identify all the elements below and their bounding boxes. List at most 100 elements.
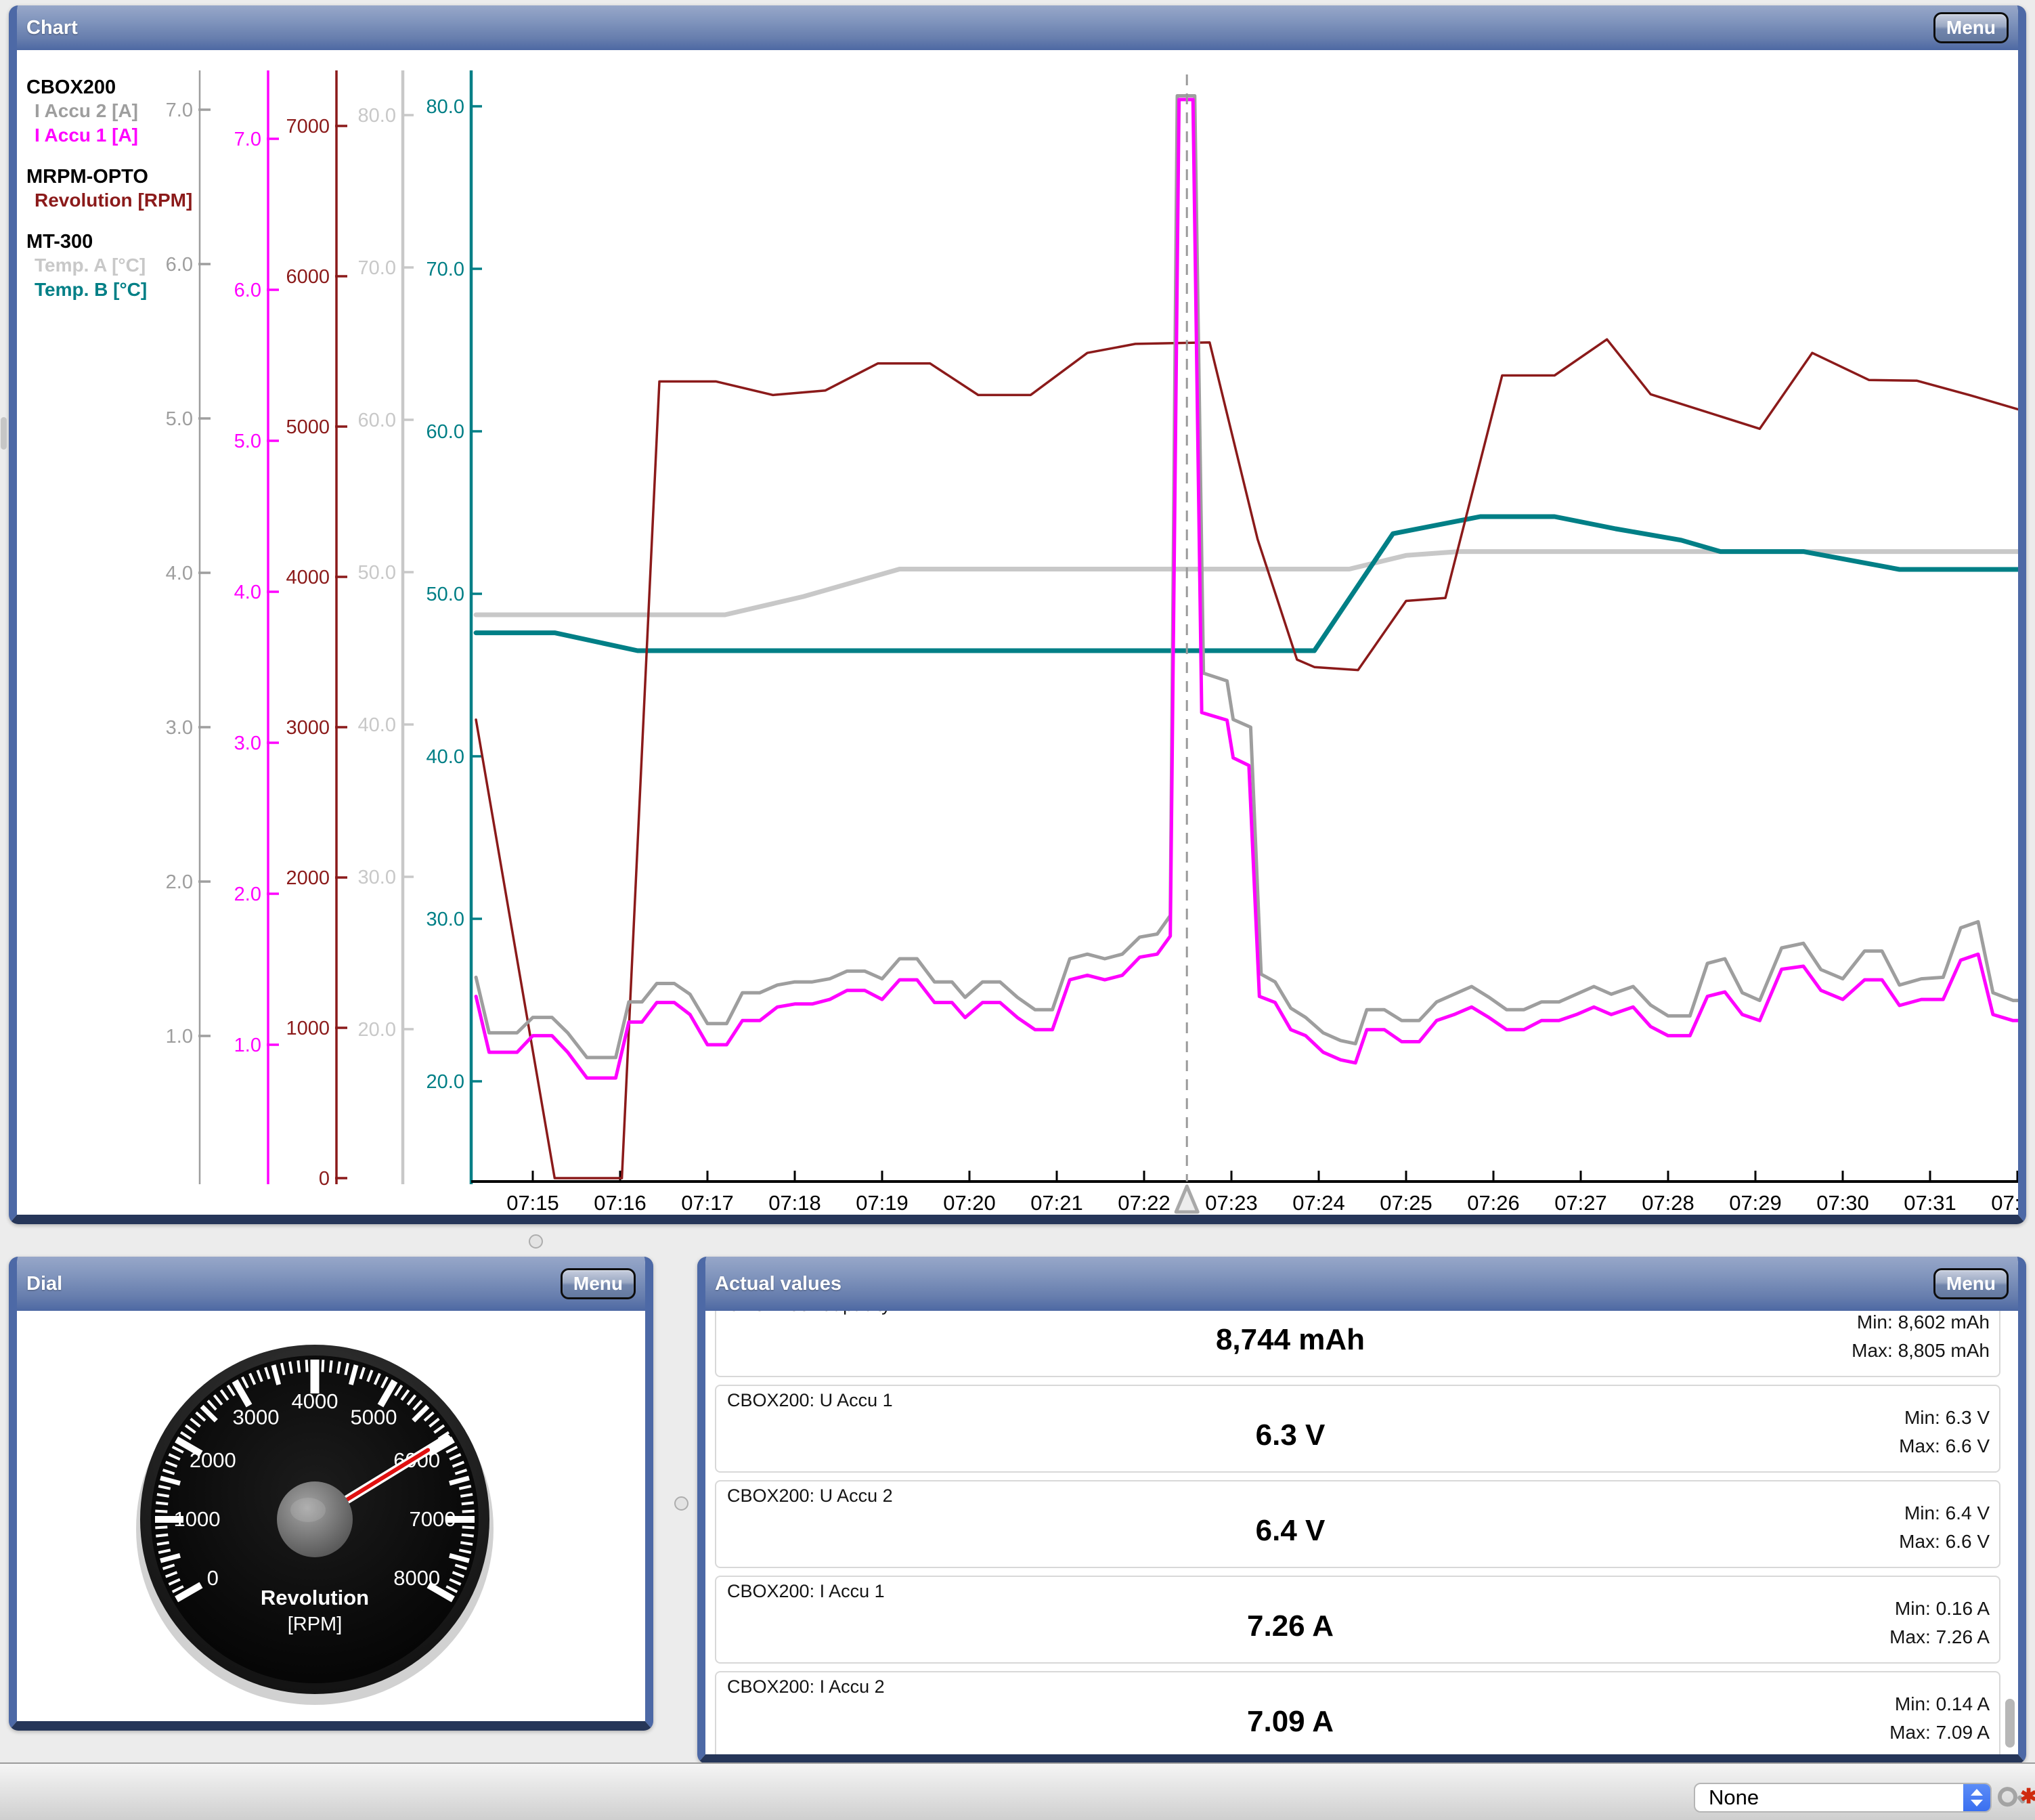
gauge-tick-label: 2000 bbox=[190, 1448, 236, 1472]
select-stepper-icon[interactable] bbox=[1963, 1784, 1990, 1811]
svg-text:30.0: 30.0 bbox=[426, 909, 464, 930]
measurement-card: CBOX200: I Accu 27.09 AMin: 0.14 AMax: 7… bbox=[715, 1671, 2000, 1754]
gauge-tick-label: 0 bbox=[207, 1566, 219, 1590]
chart-titlebar: Chart Menu bbox=[17, 5, 2018, 50]
svg-text:6000: 6000 bbox=[286, 266, 330, 288]
svg-text:07:19: 07:19 bbox=[856, 1191, 909, 1215]
svg-text:2.0: 2.0 bbox=[234, 884, 261, 905]
svg-text:50.0: 50.0 bbox=[358, 562, 396, 584]
svg-text:07:17: 07:17 bbox=[681, 1191, 734, 1215]
svg-text:5.0: 5.0 bbox=[166, 408, 193, 430]
legend-entry: I Accu 1 [A] bbox=[26, 123, 192, 148]
measurement-card: CBOX200: I Accu 17.26 AMin: 0.16 AMax: 7… bbox=[715, 1576, 2000, 1664]
card-min-value: Min: 8,602 mAh bbox=[1852, 1311, 1990, 1337]
series-i-accu-1-a- bbox=[476, 100, 2018, 1078]
actual-values-panel: Actual values Menu CBOX200: Capacity 18,… bbox=[697, 1257, 2026, 1764]
svg-text:2000: 2000 bbox=[286, 867, 330, 889]
card-min-value: Min: 0.14 A bbox=[1889, 1690, 1990, 1718]
svg-text:2.0: 2.0 bbox=[166, 871, 193, 893]
scrollbar-thumb[interactable] bbox=[2005, 1699, 2015, 1748]
svg-text:1.0: 1.0 bbox=[234, 1035, 261, 1056]
gauge-unit-label: [RPM] bbox=[288, 1613, 343, 1635]
legend-entry: Temp. A [°C] bbox=[26, 253, 192, 278]
card-current-value: 7.26 A bbox=[716, 1609, 1864, 1643]
highlight-mode-select[interactable]: None bbox=[1694, 1783, 1992, 1813]
svg-text:07:28: 07:28 bbox=[1642, 1191, 1694, 1215]
chart-menu-button[interactable]: Menu bbox=[1933, 12, 2009, 43]
svg-text:40.0: 40.0 bbox=[426, 746, 464, 768]
svg-text:20.0: 20.0 bbox=[358, 1019, 396, 1041]
svg-text:70.0: 70.0 bbox=[426, 259, 464, 280]
series-revolution-rpm- bbox=[476, 339, 2018, 1178]
svg-text:07:26: 07:26 bbox=[1467, 1191, 1520, 1215]
card-current-value: 6.4 V bbox=[716, 1514, 1864, 1548]
dial-title: Dial bbox=[26, 1273, 62, 1295]
svg-text:07:30: 07:30 bbox=[1816, 1191, 1869, 1215]
card-min-max: Min: 8,602 mAhMax: 8,805 mAh bbox=[1852, 1311, 1990, 1365]
gauge-tick-label: 3000 bbox=[233, 1405, 280, 1429]
card-channel-label: CBOX200: U Accu 2 bbox=[727, 1486, 893, 1507]
chart-legend: CBOX200I Accu 2 [A]I Accu 1 [A]MRPM-OPTO… bbox=[26, 76, 192, 302]
actual-values-menu-button[interactable]: Menu bbox=[1933, 1268, 2009, 1299]
gauge-tick-label: 8000 bbox=[393, 1566, 440, 1590]
card-channel-label: CBOX200: I Accu 2 bbox=[727, 1676, 885, 1697]
legend-entry: Revolution [RPM] bbox=[26, 188, 192, 213]
card-min-value: Min: 6.3 V bbox=[1899, 1404, 1990, 1432]
series-i-accu-2-a- bbox=[476, 96, 2018, 1058]
measurement-card: CBOX200: U Accu 26.4 VMin: 6.4 VMax: 6.6… bbox=[715, 1480, 2000, 1568]
actual-values-title: Actual values bbox=[715, 1273, 841, 1295]
x-axis: 07:1507:1607:1707:1807:1907:2007:2107:22… bbox=[471, 1171, 2018, 1215]
gauge-label: Revolution bbox=[261, 1586, 369, 1609]
svg-text:30.0: 30.0 bbox=[358, 867, 396, 888]
card-max-value: Max: 7.09 A bbox=[1889, 1718, 1990, 1747]
clear-marker-icon[interactable]: ✱ bbox=[2020, 1787, 2035, 1807]
chart-title: Chart bbox=[26, 17, 78, 39]
svg-text:3000: 3000 bbox=[286, 717, 330, 739]
dial-menu-button[interactable]: Menu bbox=[561, 1268, 636, 1299]
card-max-value: Max: 7.26 A bbox=[1889, 1623, 1990, 1651]
actual-values-content: CBOX200: Capacity 18,744 mAhMin: 8,602 m… bbox=[705, 1311, 2018, 1754]
svg-text:70.0: 70.0 bbox=[358, 257, 396, 279]
series-temp-a-c- bbox=[476, 552, 2018, 615]
gauge-tick-label: 1000 bbox=[174, 1507, 221, 1531]
svg-text:80.0: 80.0 bbox=[358, 105, 396, 127]
card-min-max: Min: 6.3 VMax: 6.6 V bbox=[1899, 1404, 1990, 1460]
card-min-value: Min: 0.16 A bbox=[1889, 1595, 1990, 1623]
card-channel-label: CBOX200: U Accu 1 bbox=[727, 1390, 893, 1411]
actual-values-titlebar: Actual values Menu bbox=[705, 1257, 2018, 1311]
svg-text:50.0: 50.0 bbox=[426, 584, 464, 605]
app-window: { "panels": { "chart": { "title": "Chart… bbox=[0, 0, 2035, 1820]
measurement-card: CBOX200: Capacity 18,744 mAhMin: 8,602 m… bbox=[715, 1311, 2000, 1377]
card-channel-label: CBOX200: Capacity 1 bbox=[727, 1311, 906, 1316]
revolution-gauge: 010002000300040005000600070008000Revolut… bbox=[17, 1311, 645, 1721]
vertical-splitter-handle[interactable] bbox=[674, 1496, 688, 1511]
chart-content[interactable]: CBOX200I Accu 2 [A]I Accu 1 [A]MRPM-OPTO… bbox=[17, 50, 2018, 1215]
horizontal-splitter-handle[interactable] bbox=[529, 1234, 543, 1249]
svg-text:07:27: 07:27 bbox=[1554, 1191, 1607, 1215]
svg-text:07:24: 07:24 bbox=[1292, 1191, 1345, 1215]
svg-text:6.0: 6.0 bbox=[234, 280, 261, 301]
svg-text:0: 0 bbox=[319, 1168, 330, 1190]
legend-device-label: MT-300 bbox=[26, 230, 192, 253]
legend-device-label: MRPM-OPTO bbox=[26, 165, 192, 188]
dial-content: 010002000300040005000600070008000Revolut… bbox=[17, 1311, 645, 1721]
svg-text:40.0: 40.0 bbox=[358, 714, 396, 736]
select-value: None bbox=[1695, 1785, 1963, 1810]
svg-text:07:22: 07:22 bbox=[1118, 1191, 1170, 1215]
bottom-toolbar: None ✱ bbox=[0, 1762, 2035, 1820]
svg-text:20.0: 20.0 bbox=[426, 1071, 464, 1093]
chart-plot[interactable]: 7.06.05.04.03.02.01.07.06.05.04.03.02.01… bbox=[17, 50, 2018, 1215]
chevron-down-icon bbox=[1971, 1800, 1983, 1806]
card-min-max: Min: 0.16 AMax: 7.26 A bbox=[1889, 1595, 1990, 1651]
svg-text:80.0: 80.0 bbox=[426, 96, 464, 118]
cursor-handle-icon[interactable] bbox=[1176, 1186, 1198, 1212]
svg-text:5000: 5000 bbox=[286, 416, 330, 438]
dial-titlebar: Dial Menu bbox=[17, 1257, 645, 1311]
svg-text:4.0: 4.0 bbox=[234, 582, 261, 603]
svg-text:7000: 7000 bbox=[286, 116, 330, 137]
svg-text:3.0: 3.0 bbox=[234, 733, 261, 754]
svg-text:60.0: 60.0 bbox=[426, 421, 464, 443]
gauge-tick-label: 7000 bbox=[410, 1507, 456, 1531]
left-edge-splitter-handle[interactable] bbox=[1, 417, 7, 450]
legend-entry: I Accu 2 [A] bbox=[26, 99, 192, 123]
